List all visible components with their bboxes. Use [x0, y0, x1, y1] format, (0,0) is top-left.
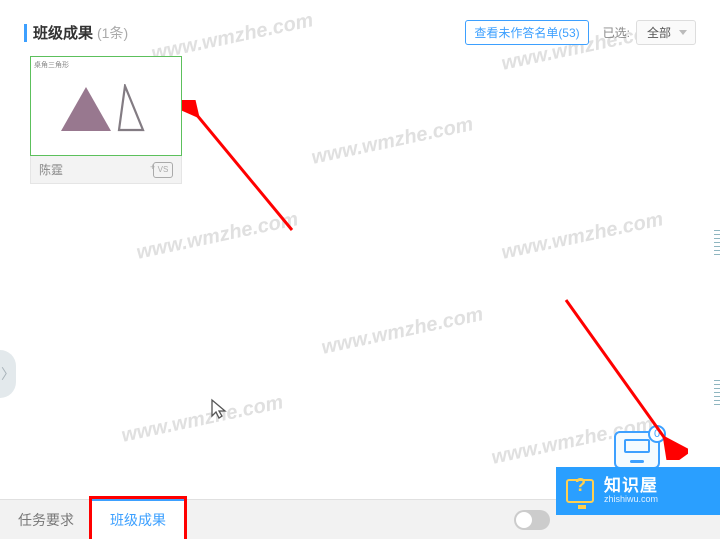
student-name: 陈霆: [39, 161, 63, 178]
brand-badge: 知识屋 zhishiwu.com: [556, 467, 720, 515]
result-count: (1条): [97, 23, 128, 43]
title-accent: [24, 24, 27, 42]
dropdown-value: 全部: [647, 26, 671, 40]
triangle-outline-icon: [117, 84, 145, 132]
page-title: 班级成果: [33, 22, 93, 43]
annotation-arrow-icon: [182, 100, 302, 240]
submission-card[interactable]: 桌角三角形 陈霆 VS: [30, 56, 182, 184]
toggle-switch[interactable]: [514, 510, 550, 530]
tab-task-requirements[interactable]: 任务要求: [0, 501, 92, 539]
expand-handle-left[interactable]: 〉: [0, 350, 16, 398]
watermark: www.wmzhe.com: [309, 113, 475, 170]
side-grip-icon[interactable]: [714, 230, 720, 256]
watermark: www.wmzhe.com: [319, 303, 485, 360]
view-unanswered-button[interactable]: 查看未作答名单(53): [465, 20, 588, 45]
mouse-cursor-icon: [210, 398, 228, 420]
card-footer: 陈霆 VS: [30, 156, 182, 184]
header-bar: 班级成果 (1条) 查看未作答名单(53) 已选: 全部: [24, 20, 696, 45]
submission-thumbnail[interactable]: 桌角三角形: [30, 56, 182, 156]
side-grip-icon[interactable]: [714, 380, 720, 406]
brand-url: zhishiwu.com: [604, 495, 658, 505]
triangle-filled-icon: [61, 87, 111, 131]
annotation-arrow-icon: [548, 290, 688, 460]
watermark: www.wmzhe.com: [119, 391, 285, 448]
thumbnail-caption: 桌角三角形: [34, 60, 69, 70]
selected-label: 已选:: [603, 24, 630, 41]
watermark: www.wmzhe.com: [499, 208, 665, 265]
tab-class-results[interactable]: 班级成果: [92, 499, 184, 539]
brand-name: 知识屋: [604, 477, 658, 496]
compare-icon[interactable]: VS: [153, 162, 173, 178]
brand-logo-icon: [566, 479, 594, 503]
filter-dropdown[interactable]: 全部: [636, 20, 696, 45]
